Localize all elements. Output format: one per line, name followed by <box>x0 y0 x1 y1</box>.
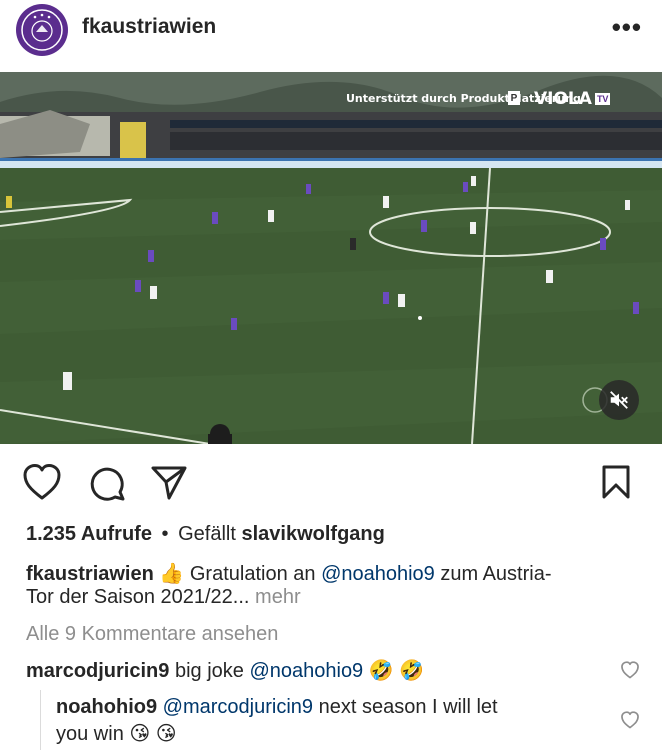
reply-text: next season I will let <box>318 696 498 718</box>
channel-logo-word: VIOLA <box>534 89 592 109</box>
rofl-emoji: 🤣 🤣 <box>368 660 425 682</box>
reply-username[interactable]: noahohio9 <box>56 696 157 718</box>
comment-item: marcodjuricin9 big joke @noahohio9 🤣 🤣 <box>26 658 424 683</box>
caption-username[interactable]: fkaustriawien <box>26 563 154 585</box>
video-player[interactable]: Unterstützt durch Produktplatzierung P V… <box>0 72 662 444</box>
speaker-muted-icon[interactable] <box>599 380 639 420</box>
caption-more-link[interactable]: mehr <box>255 586 301 608</box>
caption-mention[interactable]: @noahohio9 <box>321 563 435 585</box>
post-header: fkaustriawien ••• <box>0 0 662 70</box>
view-count[interactable]: 1.235 Aufrufe <box>26 523 152 545</box>
caption-line-2: Tor der Saison 2021/22... mehr <box>26 586 301 609</box>
view-all-comments-link[interactable]: Alle 9 Kommentare ansehen <box>26 623 278 646</box>
caption-text-c: Tor der Saison 2021/22... <box>26 586 250 608</box>
reply-line-1: noahohio9 @marcodjuricin9 next season I … <box>56 696 498 719</box>
more-dots-icon[interactable]: ••• <box>612 12 642 43</box>
post-stats: 1.235 Aufrufe • Gefällt slavikwolfgang <box>26 523 385 546</box>
comment-text: big joke <box>174 660 244 682</box>
reply-line-2: you win 😘 😘 <box>56 721 177 746</box>
caption-text-b: zum Austria- <box>440 563 552 585</box>
sponsor-badge: P <box>508 91 520 105</box>
kiss-emoji: 😘 😘 <box>129 723 177 745</box>
football-match-frame <box>0 72 662 444</box>
thumbs-up-emoji: 👍 <box>159 563 185 585</box>
club-crest-icon <box>21 9 63 51</box>
reply-mention[interactable]: @marcodjuricin9 <box>163 696 313 718</box>
channel-logo: VIOLA TV <box>532 88 612 110</box>
comment-username[interactable]: marcodjuricin9 <box>26 660 169 682</box>
post-author-username[interactable]: fkaustriawien <box>82 15 216 39</box>
reply-text-2: you win <box>56 723 124 745</box>
channel-logo-tv: TV <box>594 93 611 105</box>
liked-by-prefix: Gefällt <box>178 523 236 545</box>
reply-like-heart-icon[interactable] <box>620 711 640 734</box>
comment-like-heart-icon[interactable] <box>620 661 640 684</box>
heart-icon[interactable] <box>22 463 62 506</box>
stats-separator: • <box>161 523 169 545</box>
profile-avatar[interactable] <box>16 4 68 56</box>
reply-thread-line <box>40 690 41 750</box>
comment-mention[interactable]: @noahohio9 <box>249 660 363 682</box>
caption-text-a: Gratulation an <box>189 563 316 585</box>
liked-by-user[interactable]: slavikwolfgang <box>241 523 384 545</box>
caption-line-1: fkaustriawien 👍 Gratulation an @noahohio… <box>26 561 552 586</box>
comment-icon[interactable] <box>88 464 126 507</box>
bookmark-icon[interactable] <box>601 464 631 505</box>
paper-plane-icon[interactable] <box>150 465 188 506</box>
